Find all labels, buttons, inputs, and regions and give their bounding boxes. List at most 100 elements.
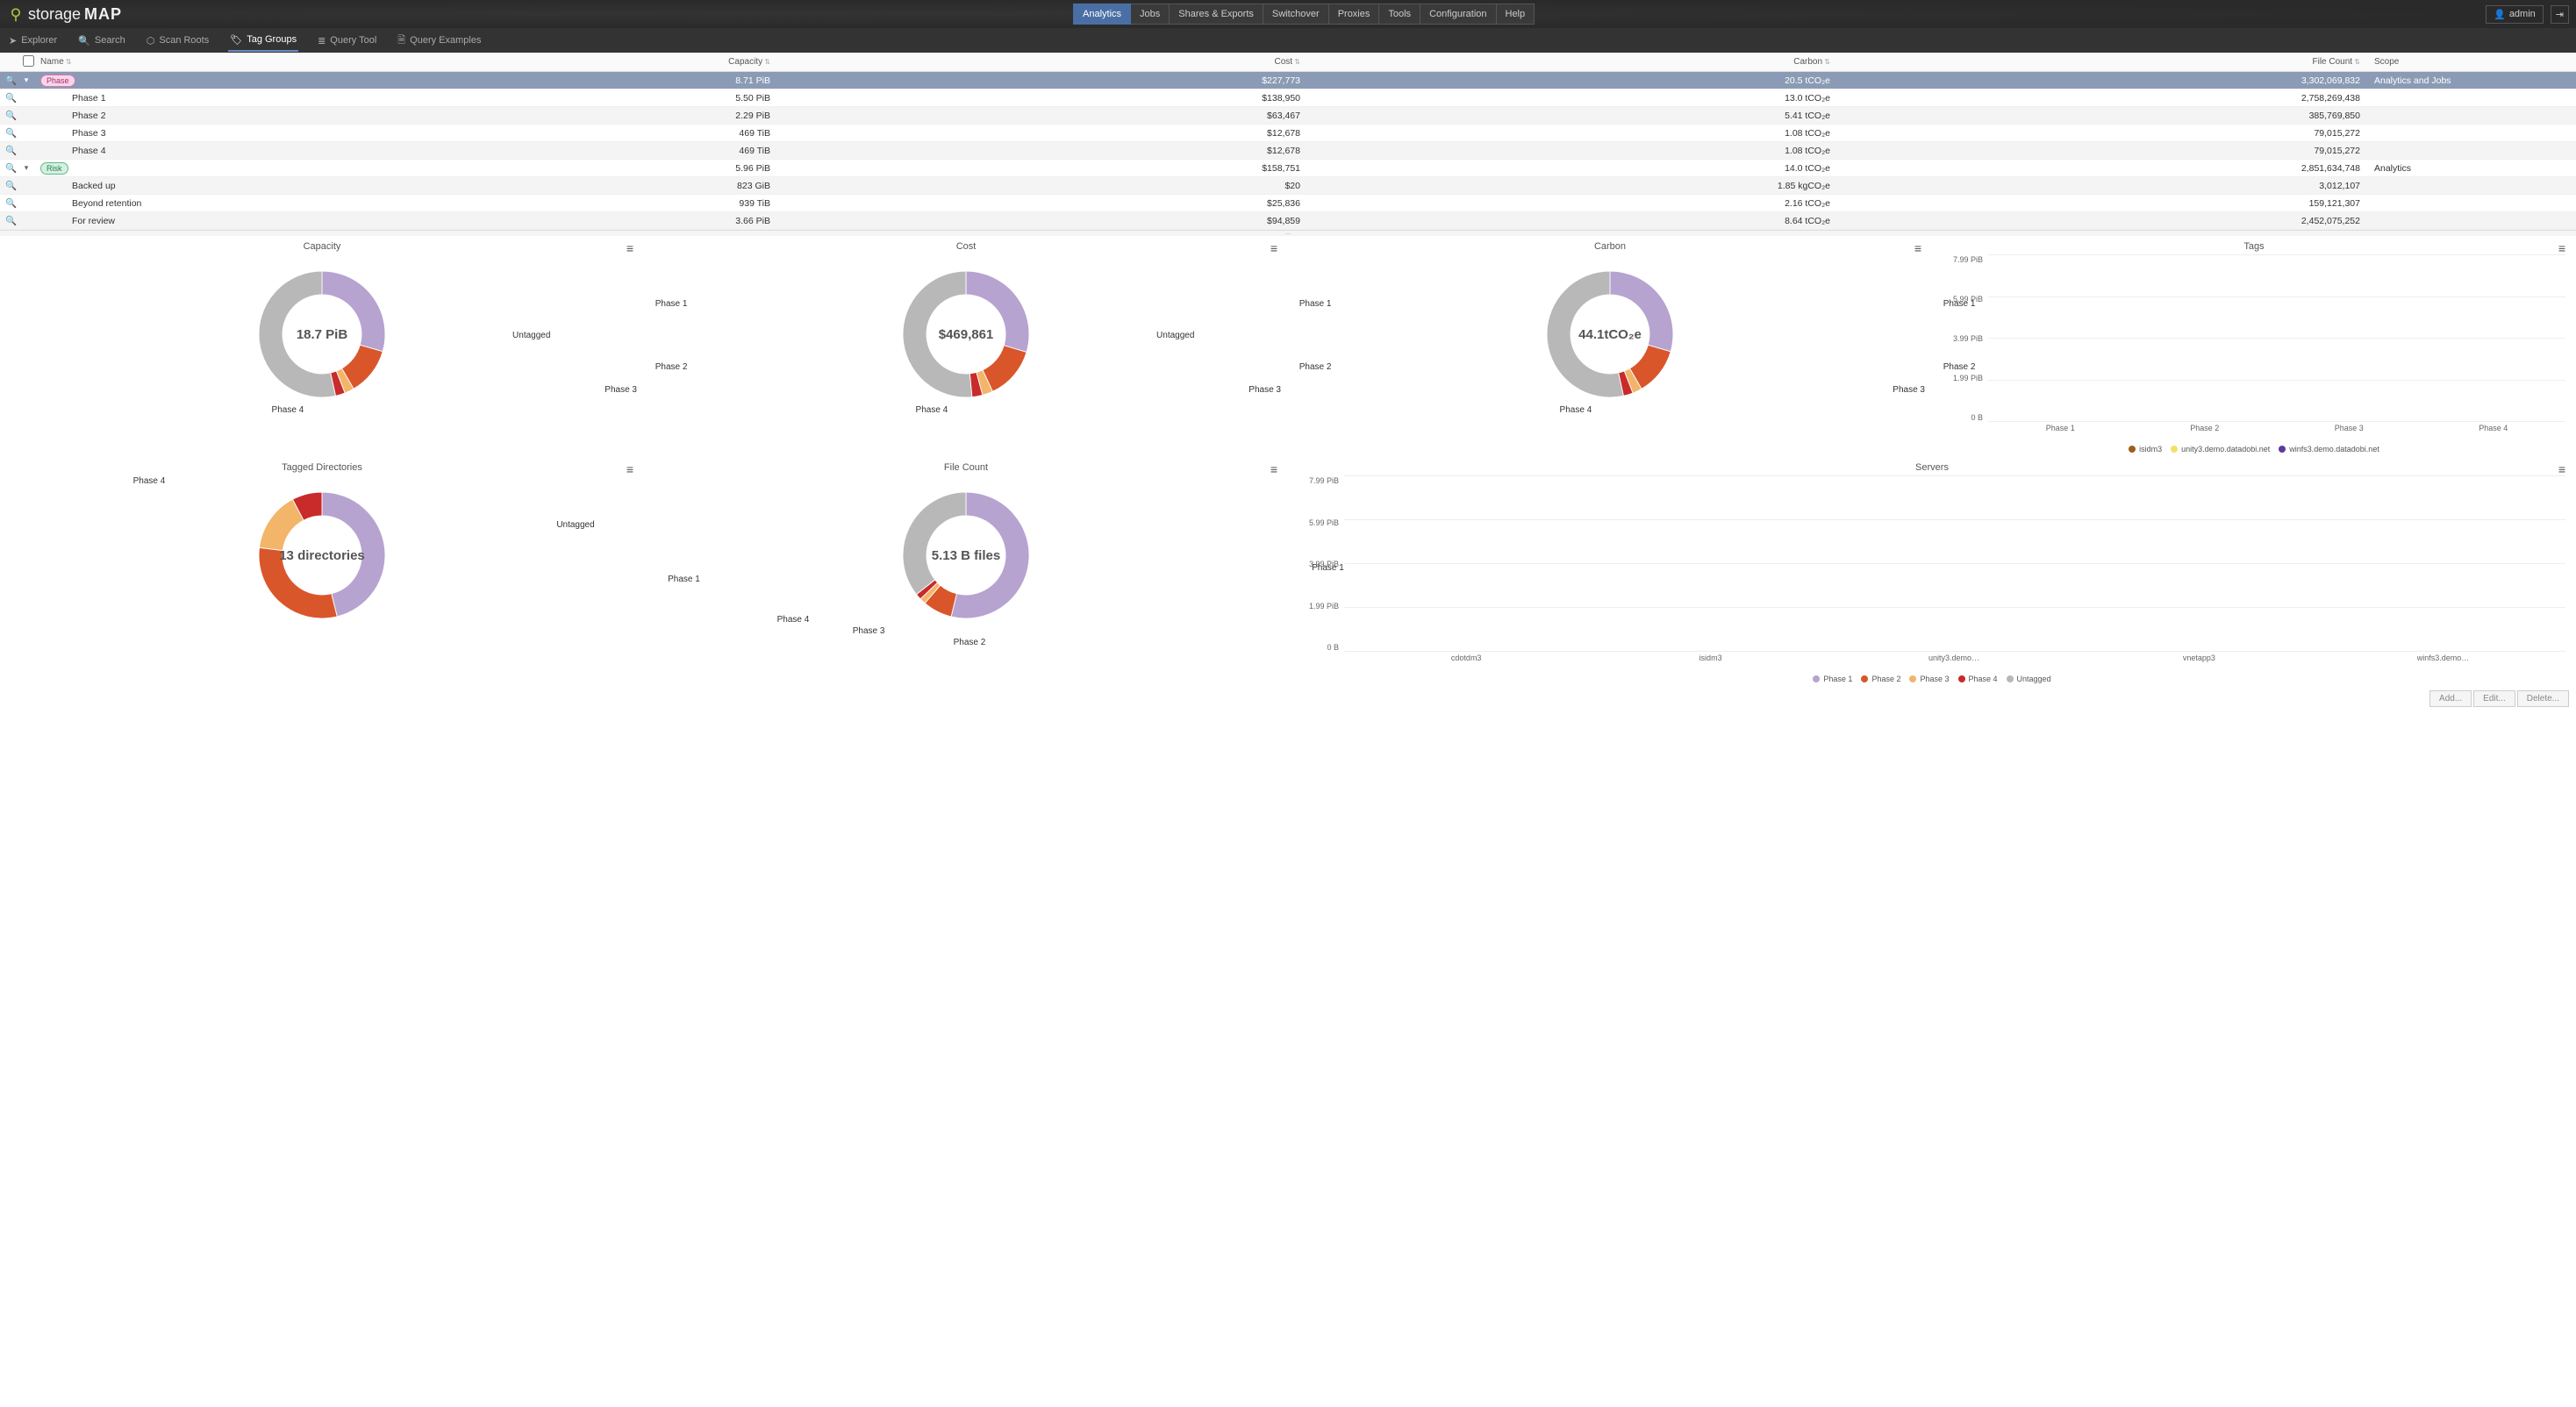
legend-item[interactable]: Untagged (2007, 675, 2051, 683)
chart-menu-icon[interactable]: ≡ (1914, 241, 1921, 255)
expand-chevron-icon[interactable] (18, 149, 35, 153)
legend-tags: isidm3 unity3.demo.datadobi.net winfs3.dem… (1939, 445, 2569, 454)
chart-title: Capacity (7, 241, 637, 252)
legend-item[interactable]: isidm3 (2129, 445, 2162, 454)
table-row[interactable]: 🔍Phase 4469 TiB$12,6781.08 tCO₂e79,015,2… (0, 142, 2576, 160)
subnav-icon: ➤ (9, 35, 17, 46)
chart-title: Cost (651, 241, 1281, 252)
cell-carbon: 1.08 tCO₂e (1306, 144, 1835, 158)
nav-tools[interactable]: Tools (1379, 4, 1420, 25)
cell-filecount: 385,769,850 (1835, 109, 2365, 123)
cell-cost: $12,678 (776, 144, 1306, 158)
cell-filecount: 159,121,307 (1835, 196, 2365, 211)
user-button[interactable]: 👤 admin (2486, 5, 2544, 24)
expand-chevron-icon[interactable]: ▾ (18, 161, 35, 175)
expand-chevron-icon[interactable] (18, 219, 35, 223)
expand-chevron-icon[interactable] (18, 96, 35, 100)
th-scope[interactable]: Scope (2365, 54, 2576, 69)
search-icon[interactable]: 🔍 (5, 216, 17, 226)
table-row[interactable]: 🔍▾Phase8.71 PiB$227,77320.5 tCO₂e3,302,0… (0, 72, 2576, 89)
table-row[interactable]: 🔍Phase 15.50 PiB$138,95013.0 tCO₂e2,758,… (0, 89, 2576, 107)
nav-proxies[interactable]: Proxies (1329, 4, 1380, 25)
search-icon[interactable]: 🔍 (5, 111, 17, 121)
legend-item[interactable]: Phase 4 (1958, 675, 1998, 683)
th-cost[interactable]: Cost (776, 54, 1306, 69)
tag-chip: Risk (40, 162, 68, 175)
chart-menu-icon[interactable]: ≡ (2558, 462, 2565, 476)
legend-item[interactable]: Phase 2 (1861, 675, 1900, 683)
subnav-scan-roots[interactable]: ⬡Scan Roots (145, 31, 211, 51)
search-icon[interactable]: 🔍 (5, 128, 17, 139)
cell-cost: $25,836 (776, 196, 1306, 211)
edit-button[interactable]: Edit... (2473, 690, 2515, 707)
search-icon[interactable]: 🔍 (5, 93, 17, 104)
table-row[interactable]: 🔍Backed up823 GiB$201.85 kgCO₂e3,012,107 (0, 177, 2576, 195)
donut-label: Phase 3 (1893, 385, 1925, 395)
subnav-query-tool[interactable]: ≣Query Tool (316, 31, 378, 51)
legend-item[interactable]: winfs3.demo.datadobi.net (2279, 445, 2379, 454)
search-icon[interactable]: 🔍 (5, 181, 17, 191)
nav-jobs[interactable]: Jobs (1131, 4, 1170, 25)
cell-carbon: 14.0 tCO₂e (1306, 161, 1835, 175)
cell-scope (2365, 149, 2576, 153)
chart-menu-icon[interactable]: ≡ (2558, 241, 2565, 255)
table-row[interactable]: 🔍Phase 3469 TiB$12,6781.08 tCO₂e79,015,2… (0, 125, 2576, 142)
legend-item[interactable]: Phase 1 (1813, 675, 1852, 683)
bar-servers: 7.99 PiB5.99 PiB3.99 PiB1.99 PiB0 Bcdotd… (1295, 476, 2569, 669)
logo-text-light: storage (28, 5, 81, 24)
subnav-label: Explorer (21, 35, 57, 46)
expand-chevron-icon[interactable] (18, 184, 35, 188)
search-icon[interactable]: 🔍 (5, 146, 17, 156)
expand-chevron-icon[interactable]: ▾ (18, 74, 35, 87)
expand-chevron-icon[interactable] (18, 202, 35, 205)
chart-servers: Servers ≡ 7.99 PiB5.99 PiB3.99 PiB1.99 P… (1288, 457, 2576, 687)
table-row[interactable]: 🔍For review3.66 PiB$94,8598.64 tCO₂e2,45… (0, 212, 2576, 230)
cell-scope (2365, 184, 2576, 188)
subnav-tag-groups[interactable]: 🏷Tag Groups (228, 30, 298, 52)
legend-item[interactable]: Phase 3 (1909, 675, 1949, 683)
subnav-search[interactable]: 🔍Search (76, 31, 127, 51)
th-capacity[interactable]: Capacity (246, 54, 776, 69)
donut-label: Phase 2 (954, 638, 986, 647)
table-row[interactable]: 🔍▾Risk5.96 PiB$158,75114.0 tCO₂e2,851,63… (0, 160, 2576, 177)
th-carbon[interactable]: Carbon (1306, 54, 1835, 69)
donut-label: Untagged (512, 331, 550, 340)
logout-button[interactable]: ⇥ (2551, 5, 2569, 24)
search-icon[interactable]: 🔍 (5, 198, 17, 209)
search-icon[interactable]: 🔍 (5, 75, 17, 86)
nav-shares-exports[interactable]: Shares & Exports (1170, 4, 1263, 25)
cell-carbon: 8.64 tCO₂e (1306, 214, 1835, 228)
x-label: winfs3.demo.datadob... (2417, 654, 2470, 669)
expand-chevron-icon[interactable] (18, 114, 35, 118)
cell-scope (2365, 219, 2576, 223)
table-row[interactable]: 🔍Phase 22.29 PiB$63,4675.41 tCO₂e385,769… (0, 107, 2576, 125)
charts-grid: Capacity ≡ 18.7 PiB Phase 1Phase 2Phase … (0, 236, 2576, 687)
subnav-explorer[interactable]: ➤ Explorer (7, 31, 59, 51)
table-row[interactable]: 🔍Beyond retention939 TiB$25,8362.16 tCO₂… (0, 195, 2576, 212)
chart-menu-icon[interactable]: ≡ (626, 462, 633, 476)
nav-switchover[interactable]: Switchover (1263, 4, 1329, 25)
legend-item[interactable]: unity3.demo.datadobi.net (2171, 445, 2270, 454)
th-name[interactable]: Name (35, 54, 246, 69)
add-button[interactable]: Add... (2429, 690, 2472, 707)
donut-label: Phase 3 (1249, 385, 1281, 395)
delete-button[interactable]: Delete... (2517, 690, 2569, 707)
row-name: Beyond retention (40, 198, 141, 209)
nav-help[interactable]: Help (1497, 4, 1535, 25)
chart-menu-icon[interactable]: ≡ (1270, 241, 1277, 255)
cell-scope: Analytics (2365, 161, 2576, 175)
subnav-icon: ⬡ (147, 35, 155, 46)
tag-groups-table: Name Capacity Cost Carbon File Count Sco… (0, 53, 2576, 231)
select-all-checkbox[interactable] (23, 55, 34, 67)
subnav-query-examples[interactable]: 🗎Query Examples (396, 28, 483, 54)
search-icon[interactable]: 🔍 (5, 163, 17, 174)
cell-filecount: 79,015,272 (1835, 144, 2365, 158)
chart-menu-icon[interactable]: ≡ (626, 241, 633, 255)
chart-menu-icon[interactable]: ≡ (1270, 462, 1277, 476)
expand-chevron-icon[interactable] (18, 132, 35, 135)
th-filecount[interactable]: File Count (1835, 54, 2365, 69)
cell-cost: $158,751 (776, 161, 1306, 175)
nav-analytics[interactable]: Analytics (1073, 4, 1131, 25)
nav-configuration[interactable]: Configuration (1420, 4, 1496, 25)
cell-capacity: 469 TiB (246, 144, 776, 158)
